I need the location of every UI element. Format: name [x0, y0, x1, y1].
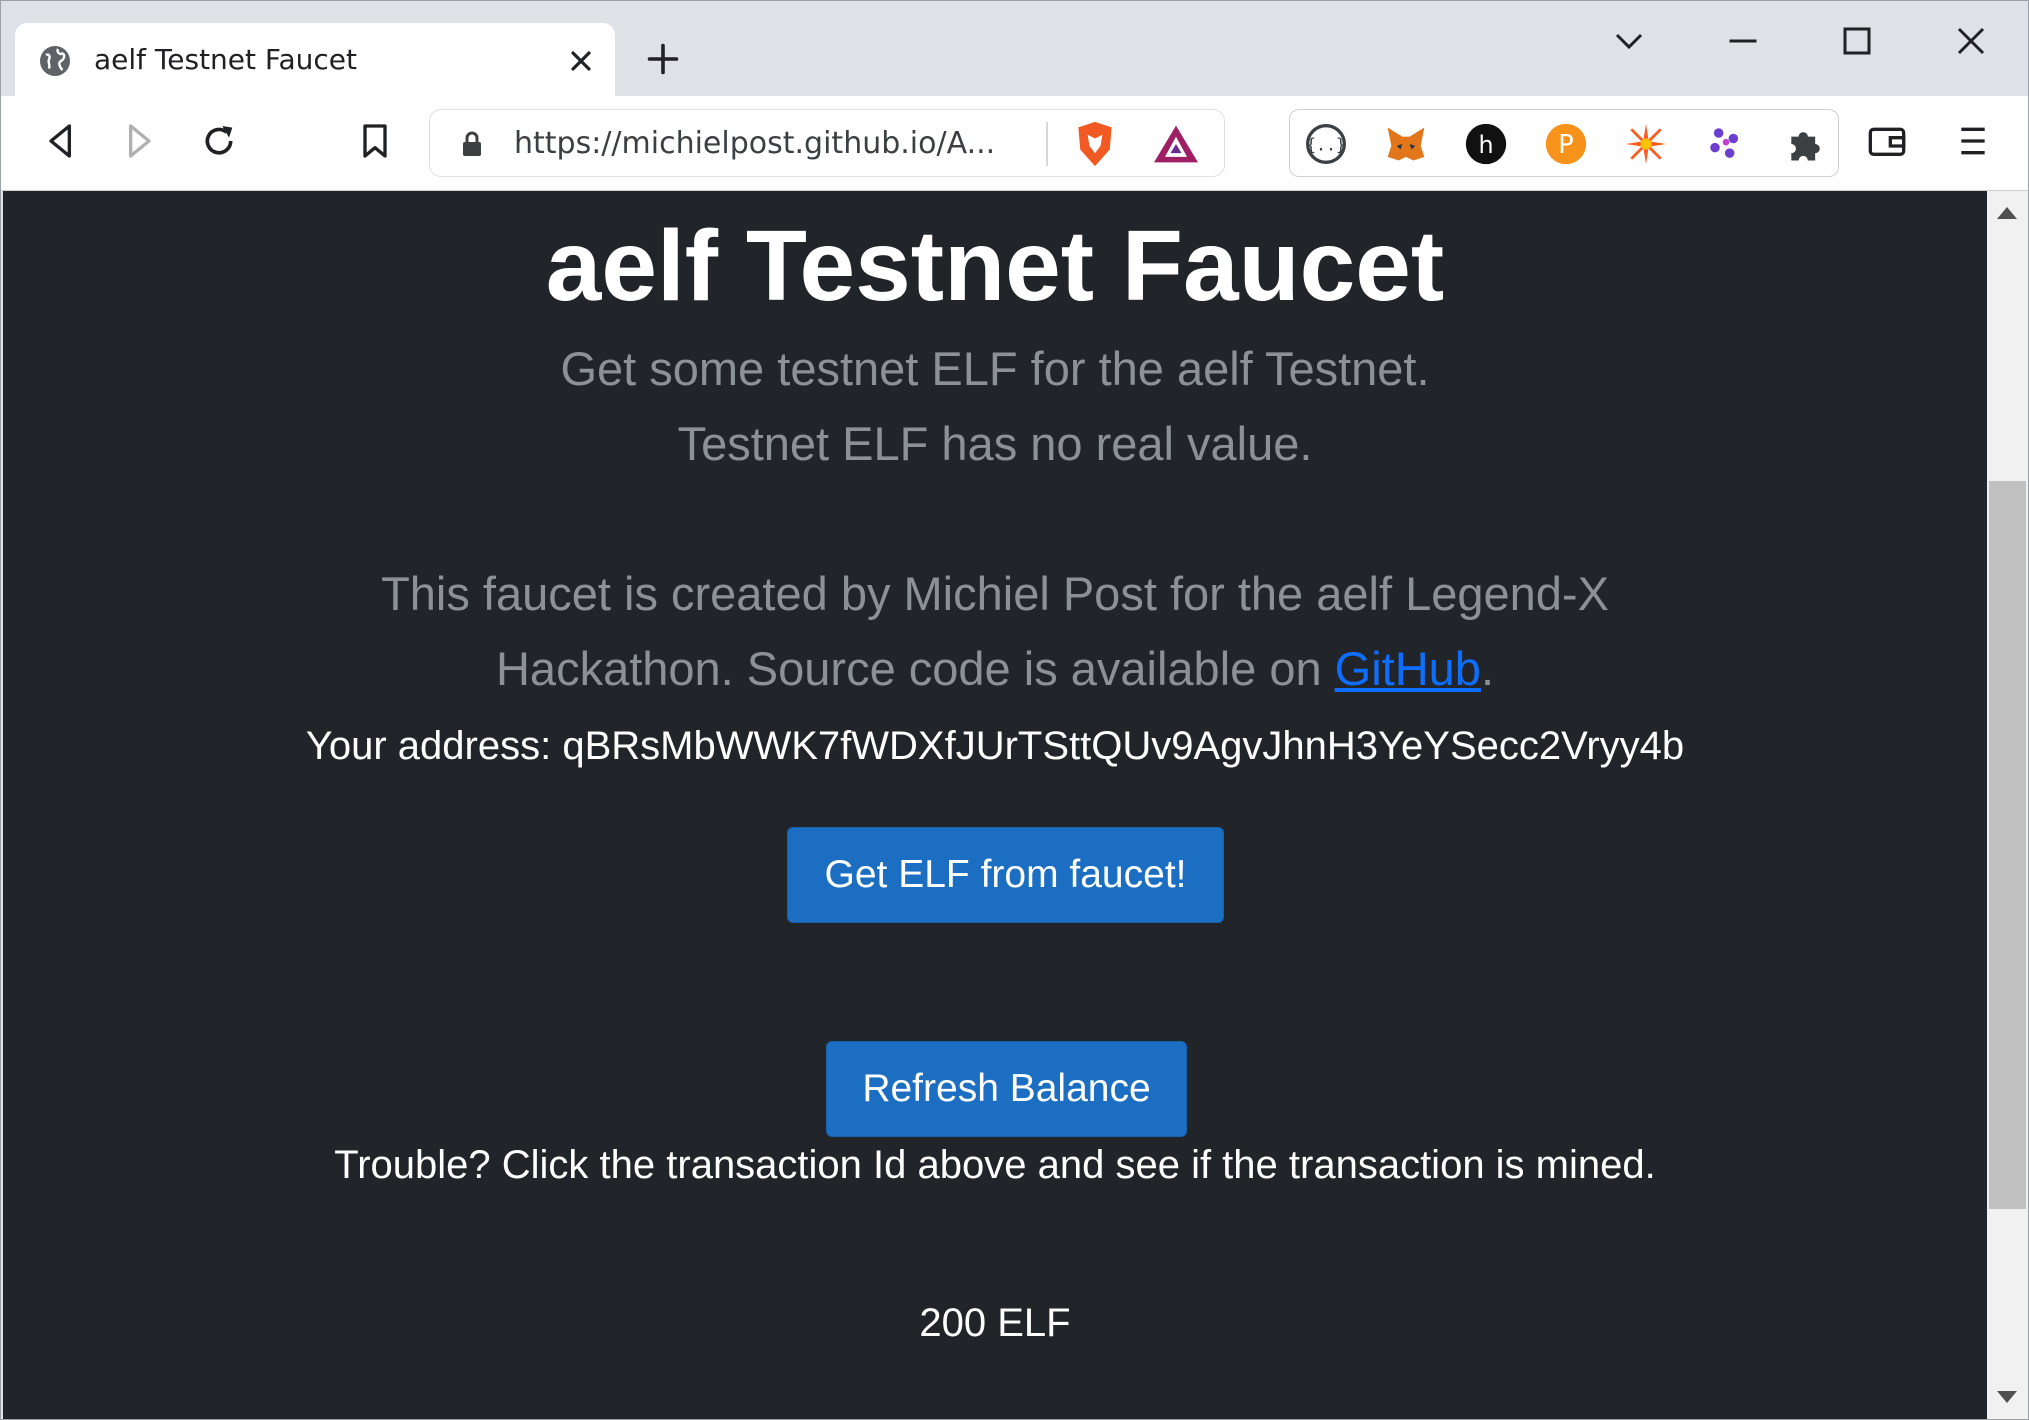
- polkadot-icon[interactable]: P: [1544, 122, 1588, 166]
- scroll-down-arrow[interactable]: [1997, 1391, 2017, 1403]
- github-link[interactable]: GitHub: [1335, 642, 1481, 695]
- scrollbar-thumb[interactable]: [1989, 481, 2026, 1209]
- globe-icon: [40, 46, 70, 76]
- divider: [1046, 122, 1048, 166]
- address-label: Your address:: [305, 724, 552, 768]
- tab-title: aelf Testnet Faucet: [94, 43, 357, 76]
- scrollbar[interactable]: [1987, 191, 2028, 1419]
- credit-text-prefix: Hackathon. Source code is available on: [495, 642, 1335, 695]
- close-icon[interactable]: [565, 45, 597, 77]
- credit-text-2: Hackathon. Source code is available on G…: [3, 631, 1987, 706]
- address-line: Your address: qBRsMbWWK7fWDXfJUrTSttQUv9…: [3, 724, 1987, 769]
- minimize-icon[interactable]: [1725, 23, 1761, 59]
- forward-icon[interactable]: [119, 121, 159, 161]
- lead-text-2: Testnet ELF has no real value.: [677, 417, 1313, 470]
- svg-text:h: h: [1478, 131, 1493, 159]
- toolbar: https://michielpost.github.io/A... {..}: [1, 96, 2028, 191]
- wallet-icon[interactable]: [1867, 121, 1907, 161]
- page-title: aelf Testnet Faucet: [545, 210, 1445, 322]
- credit-text-suffix: .: [1480, 642, 1495, 695]
- bookmark-icon[interactable]: [355, 121, 395, 161]
- brave-shields-icon[interactable]: [1072, 120, 1118, 168]
- svg-text:{..}: {..}: [1306, 135, 1346, 154]
- page-content: aelf Testnet Faucet Get some testnet ELF…: [3, 191, 1987, 1419]
- close-window-icon[interactable]: [1953, 23, 1989, 59]
- brave-rewards-icon[interactable]: [1152, 122, 1200, 166]
- url-text[interactable]: https://michielpost.github.io/A...: [514, 126, 1034, 161]
- address-value: qBRsMbWWK7fWDXfJUrTSttQUv9AgvJhnH3YeYSec…: [562, 724, 1685, 768]
- reload-icon[interactable]: [199, 121, 239, 161]
- spark-icon[interactable]: [1624, 122, 1668, 166]
- metamask-icon[interactable]: [1384, 122, 1428, 166]
- get-elf-button[interactable]: Get ELF from faucet!: [787, 827, 1224, 923]
- address-bar[interactable]: https://michielpost.github.io/A...: [429, 109, 1225, 177]
- lead-text-1: Get some testnet ELF for the aelf Testne…: [560, 342, 1430, 395]
- tab-active[interactable]: aelf Testnet Faucet: [15, 23, 615, 96]
- hive-icon[interactable]: h: [1464, 122, 1508, 166]
- back-icon[interactable]: [41, 121, 81, 161]
- json-formatter-icon[interactable]: {..}: [1304, 122, 1348, 166]
- extensions-puzzle-icon[interactable]: [1784, 122, 1828, 166]
- scroll-up-arrow[interactable]: [1997, 207, 2017, 219]
- extensions-bar: {..} h P: [1289, 109, 1839, 177]
- chevron-down-icon[interactable]: [1611, 23, 1647, 59]
- svg-text:P: P: [1558, 130, 1573, 160]
- plus-icon[interactable]: [645, 41, 681, 77]
- hamburger-menu-icon[interactable]: [1953, 121, 1993, 161]
- credit-text-1: This faucet is created by Michiel Post f…: [381, 567, 1609, 620]
- tab-strip: aelf Testnet Faucet: [1, 1, 2028, 96]
- lock-icon[interactable]: [460, 130, 484, 158]
- trouble-text: Trouble? Click the transaction Id above …: [334, 1143, 1656, 1187]
- dots-icon[interactable]: [1704, 122, 1748, 166]
- refresh-balance-button[interactable]: Refresh Balance: [826, 1041, 1187, 1137]
- browser-window: aelf Testnet Faucet https://michielpost.…: [0, 0, 2029, 1420]
- balance-value: 200 ELF: [919, 1301, 1071, 1345]
- maximize-icon[interactable]: [1839, 23, 1875, 59]
